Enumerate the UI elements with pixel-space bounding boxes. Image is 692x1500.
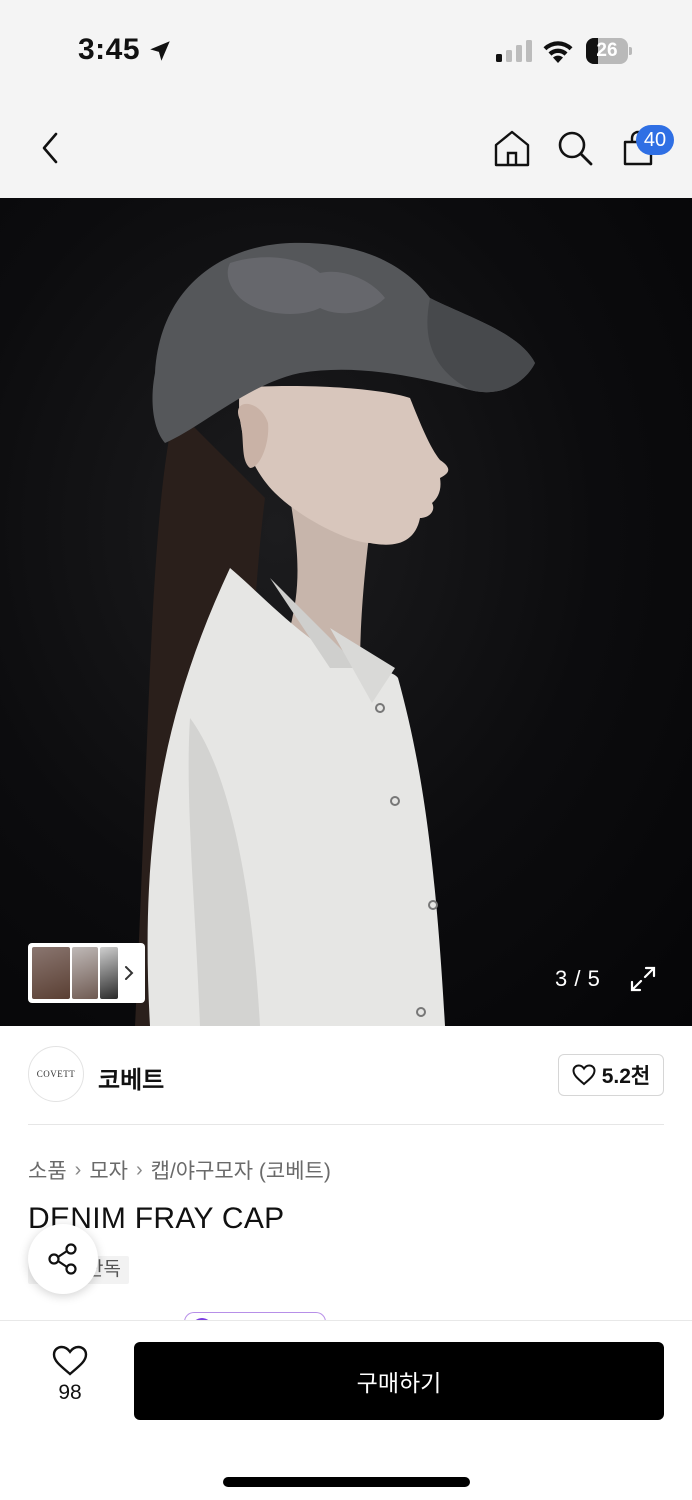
buy-button[interactable]: 구매하기 [134,1342,664,1420]
breadcrumb-separator-icon: › [74,1158,82,1181]
breadcrumb-item[interactable]: 모자 [89,1155,128,1185]
brand-like-button[interactable]: 5.2천 [558,1054,664,1096]
search-button[interactable] [551,124,599,172]
home-button[interactable] [488,124,536,172]
search-icon [558,131,593,166]
product-image-gallery[interactable]: 3 / 5 [0,198,692,1026]
breadcrumb-item[interactable]: 소품 [28,1155,67,1185]
share-icon [48,1243,77,1275]
brand-logo[interactable]: COVETT [28,1046,84,1102]
heart-icon [52,1345,88,1376]
chevron-right-icon [125,966,134,980]
breadcrumb-item[interactable]: 캡/야구모자 (코베트) [151,1155,331,1185]
back-button[interactable] [26,124,74,172]
wifi-icon [543,41,573,63]
status-time: 3:45 [78,33,141,66]
home-indicator[interactable] [223,1477,470,1487]
thumbnail-2[interactable] [72,947,98,999]
brand-logo-text: COVETT [36,1069,76,1079]
image-counter: 3 / 5 [555,966,601,991]
brand-like-count: 5.2천 [601,1065,651,1088]
cellular-signal-icon [496,40,532,62]
thumbnail-1[interactable] [32,947,70,999]
share-button[interactable] [28,1224,98,1294]
wishlist-count: 98 [58,1381,82,1404]
gallery-thumbnails[interactable] [28,943,145,1003]
breadcrumb: 소품 › 모자 › 캡/야구모자 (코베트) [28,1155,331,1185]
battery-level: 26 [596,40,618,61]
divider [28,1124,664,1125]
thumbnail-3[interactable] [100,947,118,999]
status-bar: 3:45 26 [0,0,692,100]
location-arrow-icon [150,41,170,61]
product-photo [135,242,535,1026]
bottom-action-bar: 98 구매하기 [0,1320,692,1500]
wishlist-button[interactable]: 98 [40,1345,100,1405]
breadcrumb-separator-icon: › [135,1158,143,1181]
home-icon [494,130,530,167]
expand-icon[interactable] [628,964,658,994]
back-chevron-icon [42,132,58,164]
brand-name[interactable]: 코베트 [98,1060,164,1095]
battery-icon: 26 [586,38,632,64]
cart-count-badge: 40 [636,125,674,155]
heart-icon [572,1064,596,1086]
top-navigation-bar [0,100,692,198]
